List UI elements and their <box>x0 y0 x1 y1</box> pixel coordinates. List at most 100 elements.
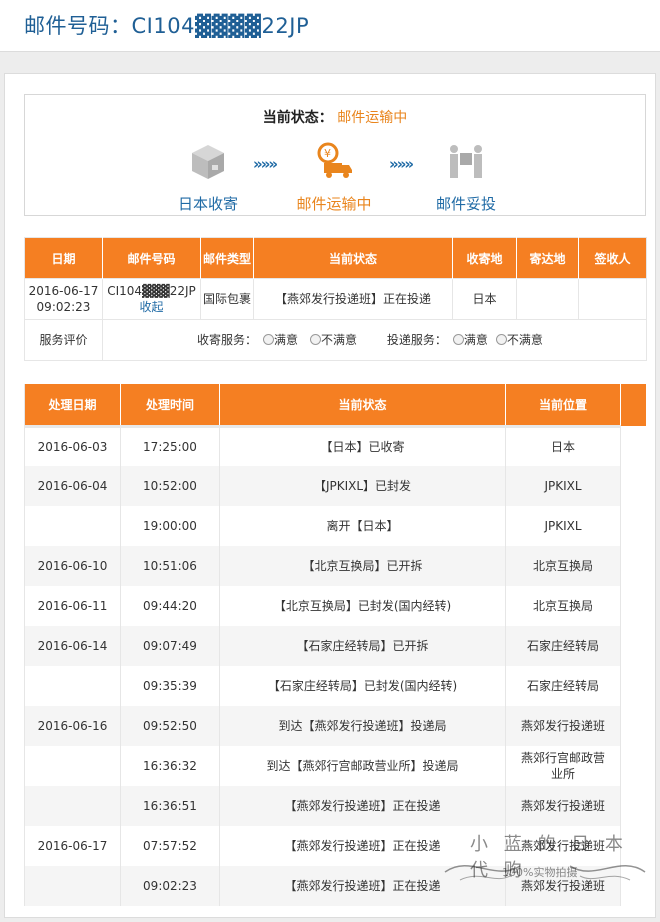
tracking-status: 【燕郊发行投递班】正在投递 <box>219 866 506 906</box>
tracking-location: 北京互换局 <box>505 586 621 626</box>
column-header: 处理时间 <box>120 384 220 426</box>
table-row: 2016-06-17 07:57:52 【燕郊发行投递班】正在投递 燕郊发行投递班 <box>24 826 621 866</box>
tracking-location: 燕郊发行投递班 <box>505 706 621 746</box>
summary-type: 国际包裹 <box>200 278 254 320</box>
tracking-panel: 当前状态： 邮件运输中 日本收寄 »»» ¥ 邮件运输中 »»» 邮件妥投 日期… <box>4 73 656 918</box>
deliver-unsatisfied-radio[interactable] <box>495 334 507 345</box>
page-title: 邮件号码：CI104▓▓▓▓22JP <box>24 14 310 38</box>
tracking-status: 到达【燕郊行宫邮政营业所】投递局 <box>219 746 506 786</box>
tracking-table: 处理日期 处理时间 当前状态 当前位置 2016-06-03 17:25:00 【日… <box>24 384 621 906</box>
tracking-time: 09:07:49 <box>120 626 220 666</box>
status-box: 当前状态： 邮件运输中 日本收寄 »»» ¥ 邮件运输中 »»» 邮件妥投 <box>24 94 646 216</box>
step-delivered-label: 邮件妥投 <box>435 195 496 213</box>
tracking-status: 【石家庄经转局】已封发(国内经转) <box>219 666 506 706</box>
column-header: 邮件号码 <box>102 237 201 279</box>
collect-service-label: 收寄服务： <box>197 333 258 347</box>
tracking-time: 16:36:32 <box>120 746 220 786</box>
tracking-status: 【燕郊发行投递班】正在投递 <box>219 786 506 826</box>
summary-signer <box>578 278 647 320</box>
package-icon <box>188 141 228 181</box>
rating-row: 服务评价 收寄服务： 满意 不满意 投递服务： 满意 不满意 <box>24 319 647 361</box>
page-header: 邮件号码：CI104▓▓▓▓22JP <box>0 0 660 52</box>
tracking-status: 【北京互换局】已开拆 <box>219 546 506 586</box>
tracking-date: 2016-06-11 <box>24 586 121 626</box>
collapse-link[interactable]: 收起 <box>103 299 200 315</box>
step-collected: 日本收寄 <box>153 141 263 214</box>
collect-satisfied-label: 满意 <box>274 333 299 347</box>
tracking-time: 09:02:23 <box>120 866 220 906</box>
summary-status: 【燕郊发行投递班】正在投递 <box>253 278 453 320</box>
tracking-time: 19:00:00 <box>120 506 220 546</box>
table-row: 2016-06-04 10:52:00 【JPKIXL】已封发 JPKIXL <box>24 466 621 506</box>
table-row: 09:35:39 【石家庄经转局】已封发(国内经转) 石家庄经转局 <box>24 666 621 706</box>
header-extension <box>620 384 646 426</box>
column-header: 邮件类型 <box>200 237 254 279</box>
tracking-status: 【北京互换局】已封发(国内经转) <box>219 586 506 626</box>
tracking-location: 燕郊发行投递班 <box>505 786 621 826</box>
summary-number: CI104▓▓▓22JP <box>107 284 196 298</box>
step-arrow-icon: »»» <box>253 155 278 173</box>
tracking-status: 【燕郊发行投递班】正在投递 <box>219 826 506 866</box>
tracking-time: 09:44:20 <box>120 586 220 626</box>
table-row: 09:02:23 【燕郊发行投递班】正在投递 燕郊发行投递班 <box>24 866 621 906</box>
tracking-location: 石家庄经转局 <box>505 666 621 706</box>
tracking-date: 2016-06-14 <box>24 626 121 666</box>
column-header: 当前状态 <box>253 237 453 279</box>
tracking-date: 2016-06-04 <box>24 466 121 506</box>
step-delivered: 邮件妥投 <box>411 141 521 214</box>
column-header: 签收人 <box>578 237 647 279</box>
tracking-time: 10:52:00 <box>120 466 220 506</box>
column-header: 当前状态 <box>219 384 506 426</box>
deliver-satisfied-label: 满意 <box>463 333 488 347</box>
tracking-location: 燕郊行宫邮政营业所 <box>505 746 621 786</box>
column-header: 当前位置 <box>505 384 621 426</box>
handover-icon <box>446 141 486 181</box>
current-status: 当前状态： 邮件运输中 <box>25 107 645 127</box>
tracking-status: 到达【燕郊发行投递班】投递局 <box>219 706 506 746</box>
collect-unsatisfied-label: 不满意 <box>321 333 358 347</box>
deliver-satisfied-radio[interactable] <box>452 334 464 345</box>
summary-date: 2016-06-17 09:02:23 <box>24 278 103 320</box>
tracking-date: 2016-06-10 <box>24 546 121 586</box>
delivery-truck-icon: ¥ <box>314 141 354 181</box>
table-row: 16:36:32 到达【燕郊行宫邮政营业所】投递局 燕郊行宫邮政营业所 <box>24 746 621 786</box>
status-label: 当前状态： <box>262 110 333 126</box>
tracking-date: 2016-06-03 <box>24 424 121 466</box>
tracking-location: 北京互换局 <box>505 546 621 586</box>
table-row: 2016-06-03 17:25:00 【日本】已收寄 日本 <box>24 424 621 466</box>
tracking-time: 09:35:39 <box>120 666 220 706</box>
tracking-time: 16:36:51 <box>120 786 220 826</box>
step-arrow-icon: »»» <box>389 155 414 173</box>
summary-destination <box>516 278 579 320</box>
column-header: 收寄地 <box>452 237 517 279</box>
step-in-transit: ¥ 邮件运输中 <box>279 141 389 214</box>
tracking-location: 燕郊发行投递班 <box>505 826 621 866</box>
tracking-header-row: 处理日期 处理时间 当前状态 当前位置 <box>24 384 621 426</box>
table-row: 2016-06-16 09:52:50 到达【燕郊发行投递班】投递局 燕郊发行投递班 <box>24 706 621 746</box>
column-header: 日期 <box>24 237 103 279</box>
tracking-time: 09:52:50 <box>120 706 220 746</box>
tracking-time: 07:57:52 <box>120 826 220 866</box>
collect-unsatisfied-radio[interactable] <box>310 334 322 345</box>
tracking-body: 2016-06-03 17:25:00 【日本】已收寄 日本 2016-06-04 10:… <box>24 424 621 906</box>
rating-options: 收寄服务： 满意 不满意 投递服务： 满意 不满意 <box>102 319 647 361</box>
rating-label: 服务评价 <box>24 319 103 361</box>
tracking-date <box>24 786 121 826</box>
summary-row: 2016-06-17 09:02:23 CI104▓▓▓22JP 收起 国际包裹… <box>24 278 647 320</box>
tracking-location: JPKIXL <box>505 506 621 546</box>
summary-table: 日期 邮件号码 邮件类型 当前状态 收寄地 寄达地 签收人 2016-06-17… <box>24 237 647 361</box>
deliver-unsatisfied-label: 不满意 <box>506 333 543 347</box>
tracking-status: 【JPKIXL】已封发 <box>219 466 506 506</box>
summary-number-cell: CI104▓▓▓22JP 收起 <box>102 278 201 320</box>
tracking-status: 【石家庄经转局】已开拆 <box>219 626 506 666</box>
collect-satisfied-radio[interactable] <box>263 334 275 345</box>
tracking-date <box>24 746 121 786</box>
svg-text:¥: ¥ <box>324 147 331 160</box>
tracking-location: 燕郊发行投递班 <box>505 866 621 906</box>
column-header: 寄达地 <box>516 237 579 279</box>
table-row: 19:00:00 离开【日本】 JPKIXL <box>24 506 621 546</box>
tracking-date <box>24 666 121 706</box>
step-collected-label: 日本收寄 <box>177 195 238 213</box>
tracking-location: 日本 <box>505 424 621 466</box>
tracking-status: 【日本】已收寄 <box>219 424 506 466</box>
